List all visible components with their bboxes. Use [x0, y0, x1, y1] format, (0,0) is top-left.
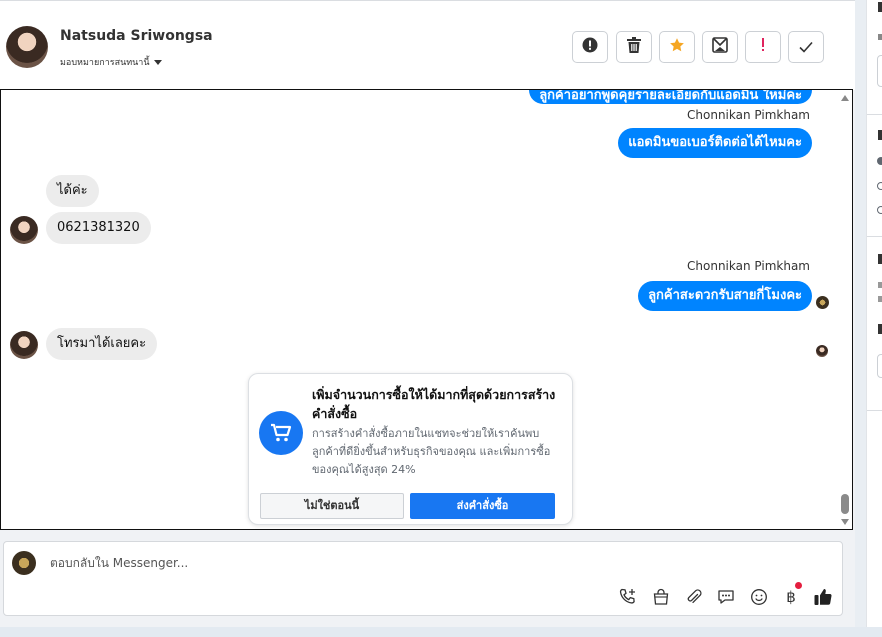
contact-avatar[interactable]	[6, 26, 48, 68]
delete-button[interactable]	[616, 31, 652, 63]
assign-label: มอบหมายการสนทนานี้	[60, 58, 150, 68]
radio-icon[interactable]	[877, 182, 882, 190]
message-bubble-outgoing: ลูกค้าสะดวกรับสายกี่โมงคะ	[638, 281, 812, 311]
message-bubble-outgoing: แอดมินขอเบอร์ติดต่อได้ไหมคะ	[618, 128, 812, 158]
sender-name: Chonnikan Pimkham	[687, 259, 810, 273]
sidebar-divider	[867, 114, 882, 115]
message-scrollbar[interactable]	[840, 92, 850, 528]
message-bubble-incoming: โทรมาได้เลยคะ	[46, 328, 158, 360]
sidebar-text-fragment	[878, 324, 882, 334]
reply-input[interactable]	[48, 555, 752, 571]
contact-avatar-small	[10, 216, 38, 244]
right-sidebar	[866, 0, 882, 637]
sender-name: Chonnikan Pimkham	[687, 108, 810, 122]
mark-important-button[interactable]	[745, 31, 781, 63]
caret-down-icon	[153, 59, 162, 65]
alert-circle-icon	[582, 37, 598, 57]
sidebar-text-fragment	[878, 282, 882, 288]
archive-button[interactable]	[702, 31, 738, 63]
read-receipt-avatar	[816, 345, 828, 357]
message-composer: ฿	[3, 541, 843, 616]
thumbs-up-icon[interactable]	[812, 586, 834, 608]
not-now-button[interactable]: ไม่ใช่ตอนนี้	[260, 493, 404, 519]
mark-done-button[interactable]	[788, 31, 824, 63]
contact-name[interactable]: Natsuda Sriwongsa	[60, 28, 213, 44]
chat-bubble-icon[interactable]	[715, 586, 737, 608]
promo-description: การสร้างคำสั่งซื้อภายในแชทจะช่วยให้เราค้…	[312, 427, 551, 476]
assign-conversation-dropdown[interactable]: มอบหมายการสนทนานี้	[60, 55, 162, 69]
baht-icon[interactable]: ฿	[780, 582, 802, 608]
window-bottom-edge	[0, 627, 882, 637]
sidebar-text-fragment	[878, 34, 882, 40]
notification-dot	[795, 582, 802, 589]
check-icon	[799, 38, 813, 57]
sidebar-text-fragment	[878, 296, 882, 302]
phone-plus-icon[interactable]	[617, 586, 639, 608]
sidebar-divider	[867, 410, 882, 411]
shopping-bag-icon[interactable]	[650, 586, 672, 608]
trash-icon	[627, 37, 641, 57]
message-bubble-incoming: ได้ค่ะ	[46, 175, 99, 207]
message-bubble-outgoing: ลูกค้าอยากพูดคุยรายละเอียดกับแอดมิน ใหม่…	[529, 90, 812, 104]
archive-mail-icon	[712, 37, 728, 57]
sidebar-input-edge[interactable]	[877, 55, 882, 87]
message-bubble-incoming: 0621381320	[46, 212, 151, 244]
create-order-promo-card: เพิ่มจำนวนการซื้อให้ได้มากที่สุดด้วยการส…	[248, 373, 573, 525]
sidebar-text-fragment	[878, 254, 882, 264]
send-order-button[interactable]: ส่งคำสั่งซื้อ	[410, 493, 555, 519]
promo-title: เพิ่มจำนวนการซื้อให้ได้มากที่สุดด้วยการส…	[312, 387, 556, 421]
radio-icon[interactable]	[877, 157, 882, 165]
mark-spam-button[interactable]	[572, 31, 608, 63]
sidebar-divider	[867, 236, 882, 237]
star-icon	[669, 37, 685, 57]
paperclip-icon[interactable]	[683, 586, 705, 608]
conversation-panel: Natsuda Sriwongsa มอบหมายการสนทนานี้ ลูก…	[0, 0, 855, 637]
conversation-header: Natsuda Sriwongsa มอบหมายการสนทนานี้	[0, 0, 855, 90]
emoji-icon[interactable]	[748, 586, 770, 608]
sidebar-text-fragment	[878, 130, 882, 140]
contact-avatar-small	[10, 331, 38, 359]
seen-indicator-avatar	[816, 296, 829, 309]
radio-icon[interactable]	[877, 206, 882, 214]
page-avatar	[12, 551, 36, 575]
sidebar-input-edge[interactable]	[877, 354, 882, 378]
sidebar-text-fragment	[878, 2, 882, 12]
cart-icon	[259, 411, 303, 455]
star-button[interactable]	[659, 31, 695, 63]
exclamation-icon	[760, 37, 766, 57]
